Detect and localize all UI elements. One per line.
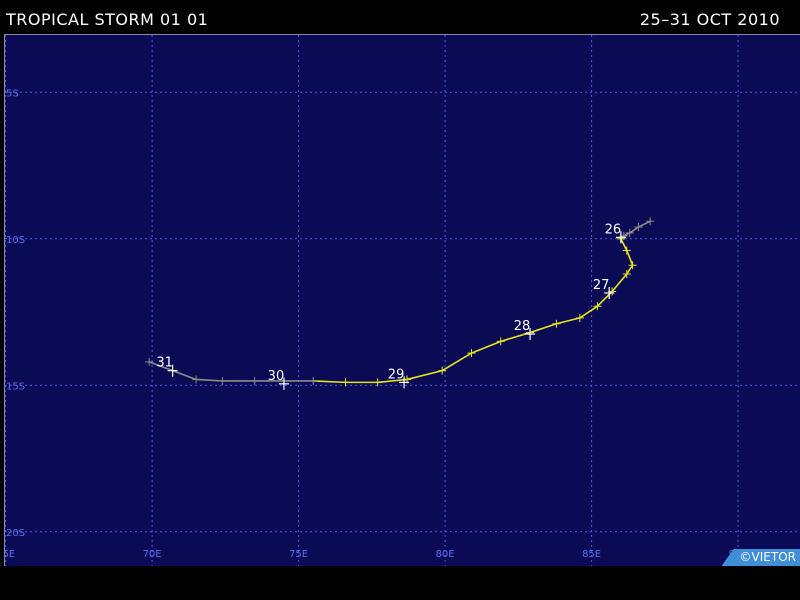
lon-label: 75E xyxy=(289,549,308,560)
track-segment xyxy=(579,305,599,319)
track-segment xyxy=(625,264,634,275)
track-segment xyxy=(470,340,502,354)
map-canvas: 65E70E75E80E85E90E5S10S15S20S 2627282930… xyxy=(5,35,800,566)
header-bar: TROPICAL STORM 01 01 25–31 OCT 2010 xyxy=(0,0,800,34)
track-segment xyxy=(637,220,652,228)
date-range: 25–31 OCT 2010 xyxy=(639,10,780,29)
track-segment xyxy=(555,317,581,325)
lon-label: 85E xyxy=(582,549,601,560)
day-label: 31 xyxy=(156,356,173,371)
track-segment xyxy=(406,369,443,381)
track-segment xyxy=(529,322,558,334)
track-segment xyxy=(596,290,613,307)
track-map[interactable]: 65E70E75E80E85E90E5S10S15S20S 2627282930… xyxy=(4,34,800,566)
grid-lines xyxy=(5,35,800,566)
day-label: 29 xyxy=(388,367,405,382)
day-label: 30 xyxy=(268,369,285,384)
footer-bar xyxy=(0,566,800,600)
track-segment xyxy=(620,238,628,252)
credit-badge: ©VIETOR xyxy=(721,549,800,566)
track-segment xyxy=(611,273,628,293)
lon-label: 70E xyxy=(143,549,162,560)
storm-title: TROPICAL STORM 01 01 xyxy=(6,10,209,29)
track-ticks xyxy=(145,217,655,387)
day-label: 26 xyxy=(605,222,622,237)
track-segment xyxy=(441,352,473,372)
track-segment xyxy=(171,369,197,381)
day-labels: 26 27 28 29 30 31 xyxy=(156,222,626,390)
axis-labels: 65E70E75E80E85E90E5S10S15S20S xyxy=(5,88,748,560)
lat-label: 15S xyxy=(6,381,25,392)
storm-track xyxy=(148,220,652,384)
lon-label: 65E xyxy=(5,549,15,560)
day-label: 27 xyxy=(593,278,610,293)
track-segment xyxy=(628,226,640,234)
lon-label: 80E xyxy=(436,549,455,560)
lat-label: 5S xyxy=(6,88,19,99)
track-segment xyxy=(312,380,347,384)
track-segment xyxy=(625,249,634,266)
lat-label: 20S xyxy=(6,528,25,539)
day-label: 28 xyxy=(514,319,531,334)
lat-label: 10S xyxy=(6,235,25,246)
